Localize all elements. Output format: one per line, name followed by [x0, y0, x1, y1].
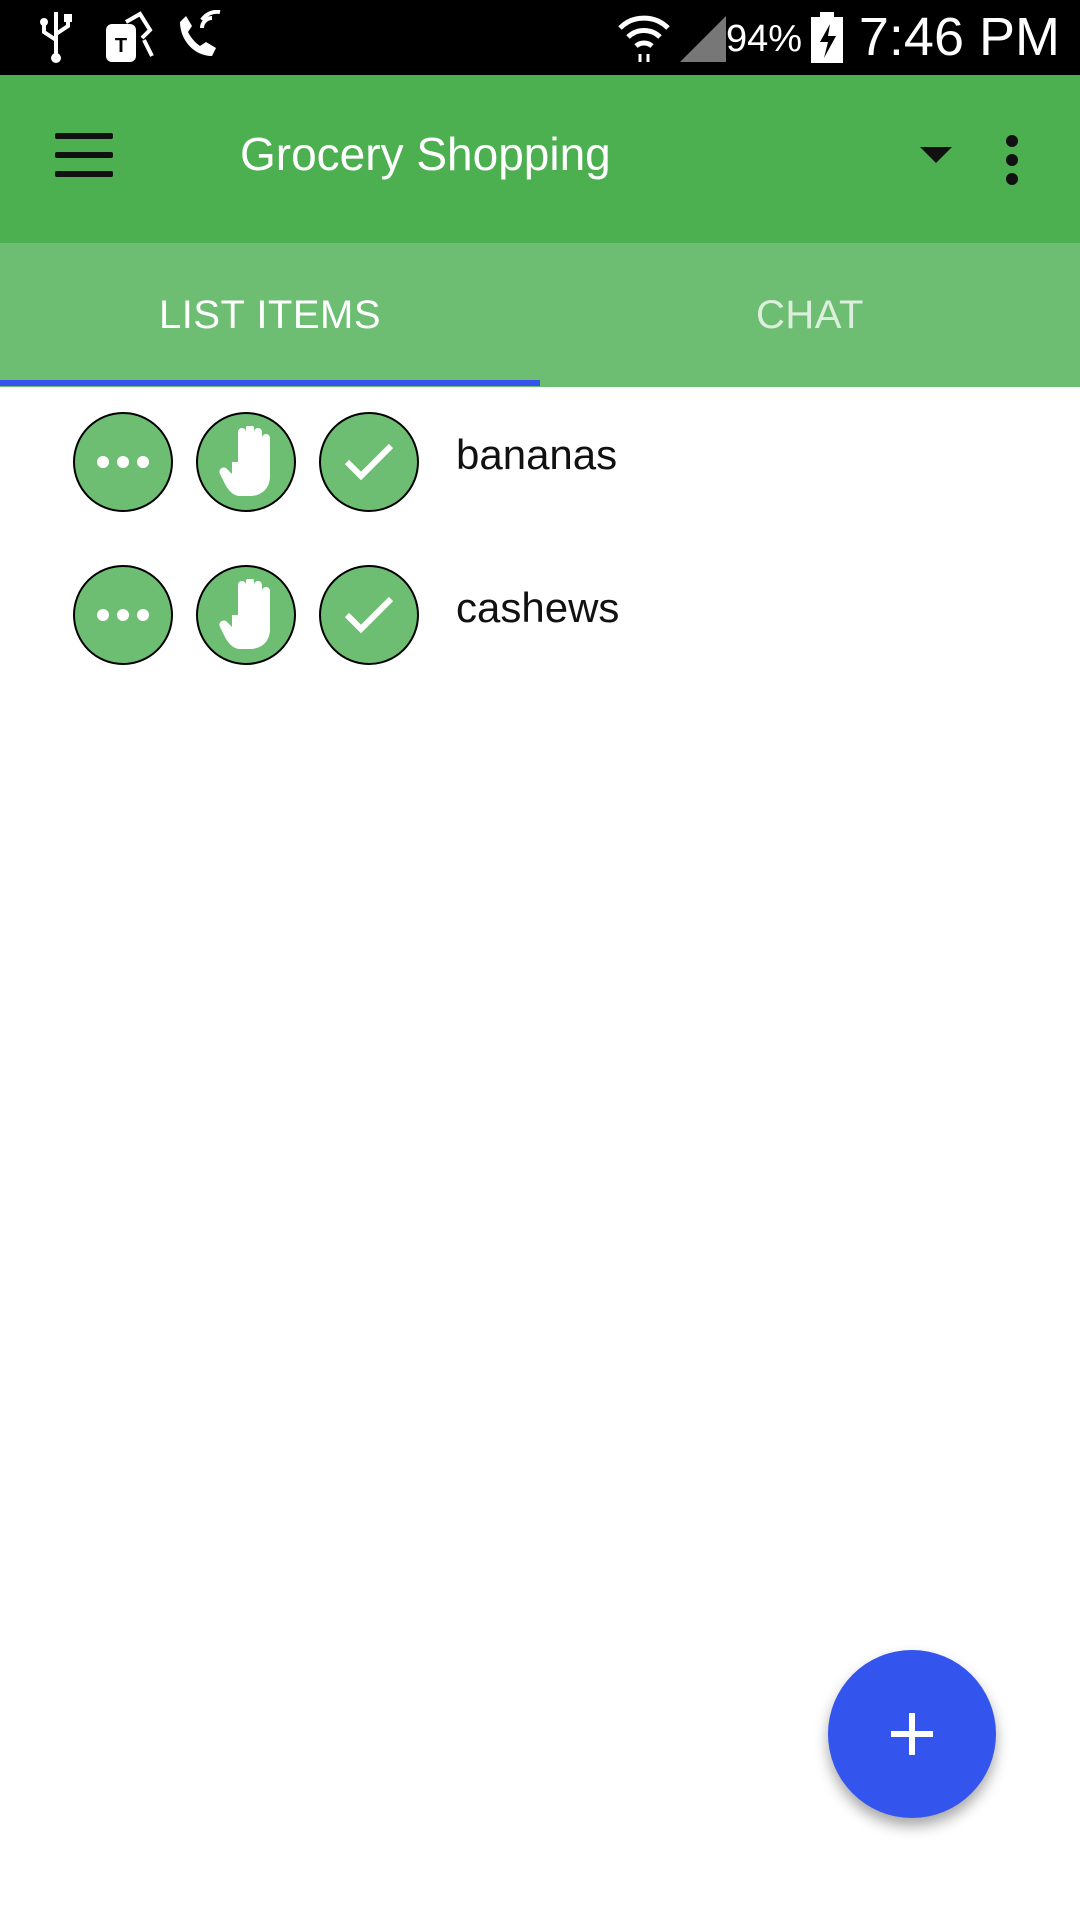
- add-item-button[interactable]: [828, 1650, 996, 1818]
- check-button[interactable]: [319, 412, 419, 512]
- tab-indicator: [0, 380, 540, 386]
- wifi-icon: [618, 15, 670, 62]
- more-button[interactable]: [73, 412, 173, 512]
- list-item: cashews: [0, 556, 1080, 676]
- hand-icon: [219, 426, 270, 496]
- usb-icon: [40, 12, 72, 63]
- check-button[interactable]: [319, 565, 419, 665]
- battery-percent: 94%: [725, 18, 802, 60]
- more-button[interactable]: [73, 565, 173, 665]
- tmobile-icon: T: [106, 11, 154, 62]
- claim-button[interactable]: [196, 412, 296, 512]
- item-label[interactable]: cashews: [456, 584, 619, 632]
- dropdown-icon[interactable]: [920, 147, 952, 163]
- more-icon: [97, 609, 149, 621]
- svg-text:T: T: [115, 35, 127, 57]
- overflow-menu-icon[interactable]: [1004, 135, 1020, 185]
- list-item: bananas: [0, 403, 1080, 523]
- wifi-calling-icon: [180, 10, 221, 56]
- page-title: Grocery Shopping: [240, 128, 611, 180]
- signal-icon: [680, 16, 726, 62]
- plus-icon: [891, 1713, 933, 1755]
- status-bar: T 94% 7:46 PM: [0, 0, 1080, 75]
- tab-chat[interactable]: CHAT: [540, 243, 1080, 387]
- check-icon: [344, 596, 394, 634]
- battery-charging-icon: [811, 12, 843, 63]
- check-icon: [344, 443, 394, 481]
- menu-icon[interactable]: [55, 133, 113, 177]
- item-label[interactable]: bananas: [456, 431, 617, 479]
- clock: 7:46 PM: [858, 7, 1060, 67]
- hand-icon: [219, 579, 270, 649]
- app-bar: Grocery Shopping: [0, 75, 1080, 243]
- tab-list-items[interactable]: LIST ITEMS: [0, 243, 540, 387]
- claim-button[interactable]: [196, 565, 296, 665]
- more-icon: [97, 456, 149, 468]
- tab-bar: LIST ITEMS CHAT: [0, 243, 1080, 387]
